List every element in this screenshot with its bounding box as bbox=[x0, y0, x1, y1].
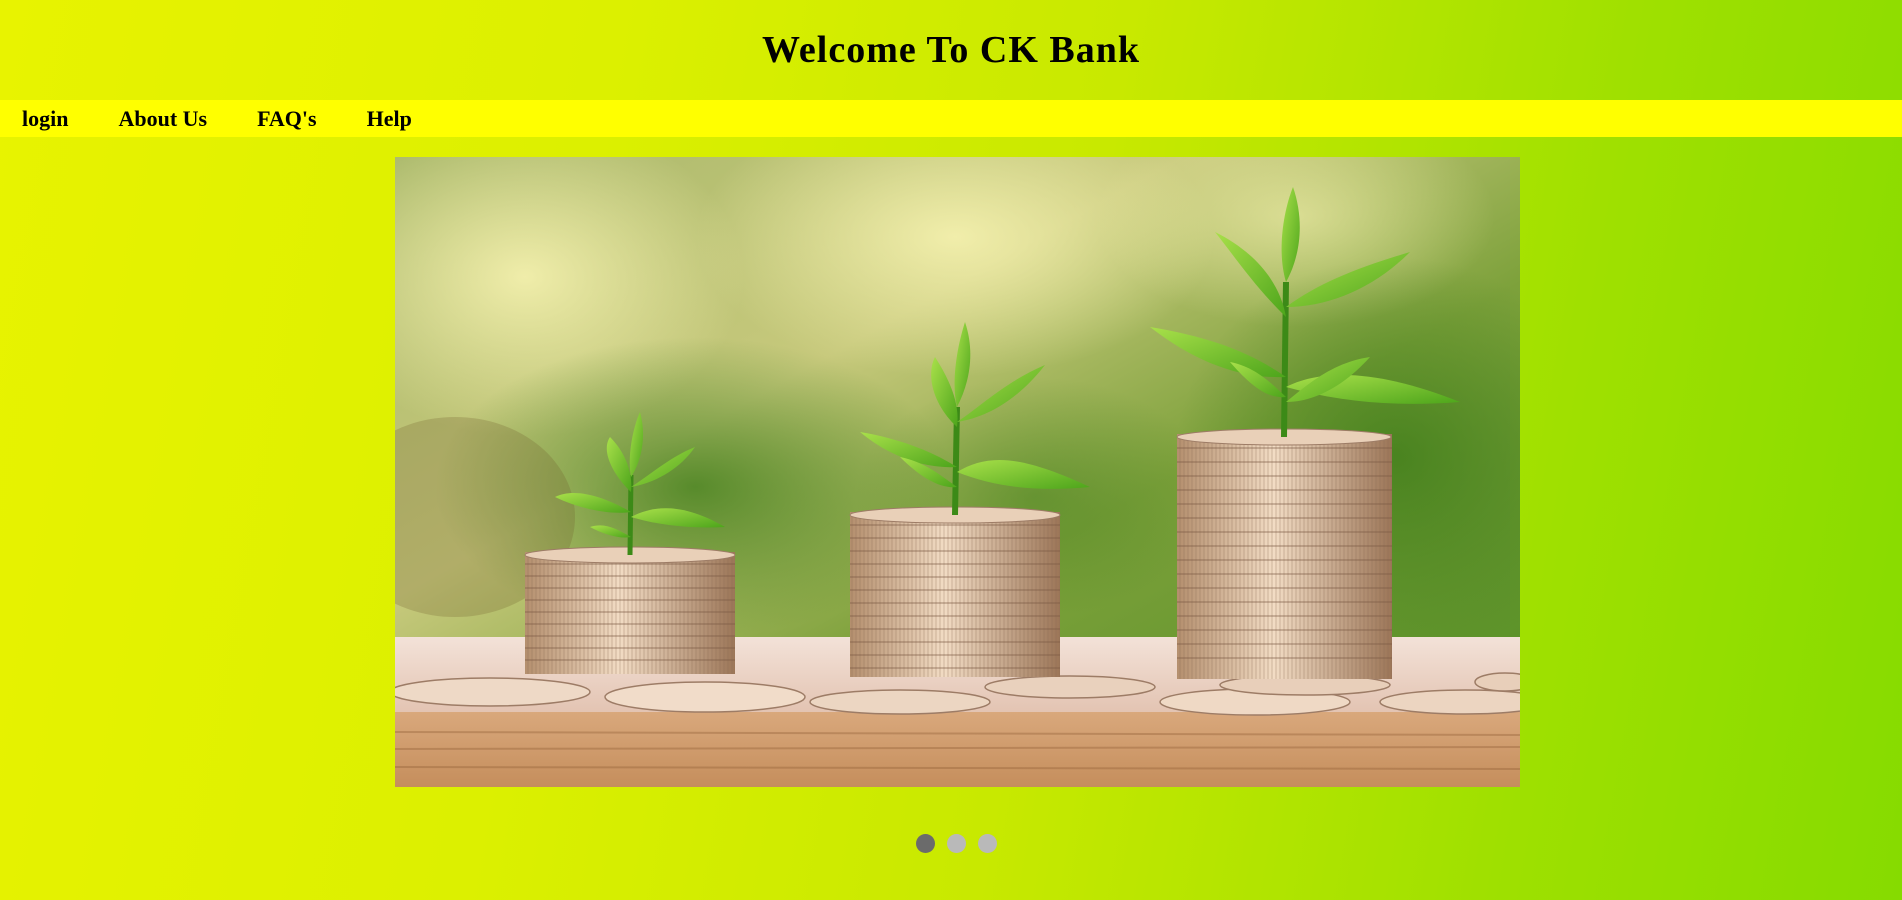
page-header: Welcome To CK Bank bbox=[0, 0, 1902, 100]
nav-help[interactable]: Help bbox=[367, 100, 412, 137]
page-title: Welcome To CK Bank bbox=[762, 29, 1140, 71]
slideshow-image bbox=[395, 157, 1520, 787]
top-navigation: login About Us FAQ's Help bbox=[0, 100, 1902, 137]
coin-stacks-plants-image bbox=[395, 157, 1520, 787]
nav-faqs[interactable]: FAQ's bbox=[257, 100, 316, 137]
slide-dot-1[interactable] bbox=[916, 834, 935, 853]
slide-dot-3[interactable] bbox=[978, 834, 997, 853]
slide-dot-2[interactable] bbox=[947, 834, 966, 853]
slideshow-dots bbox=[916, 834, 997, 853]
nav-login[interactable]: login bbox=[22, 100, 68, 137]
nav-about-us[interactable]: About Us bbox=[118, 100, 207, 137]
